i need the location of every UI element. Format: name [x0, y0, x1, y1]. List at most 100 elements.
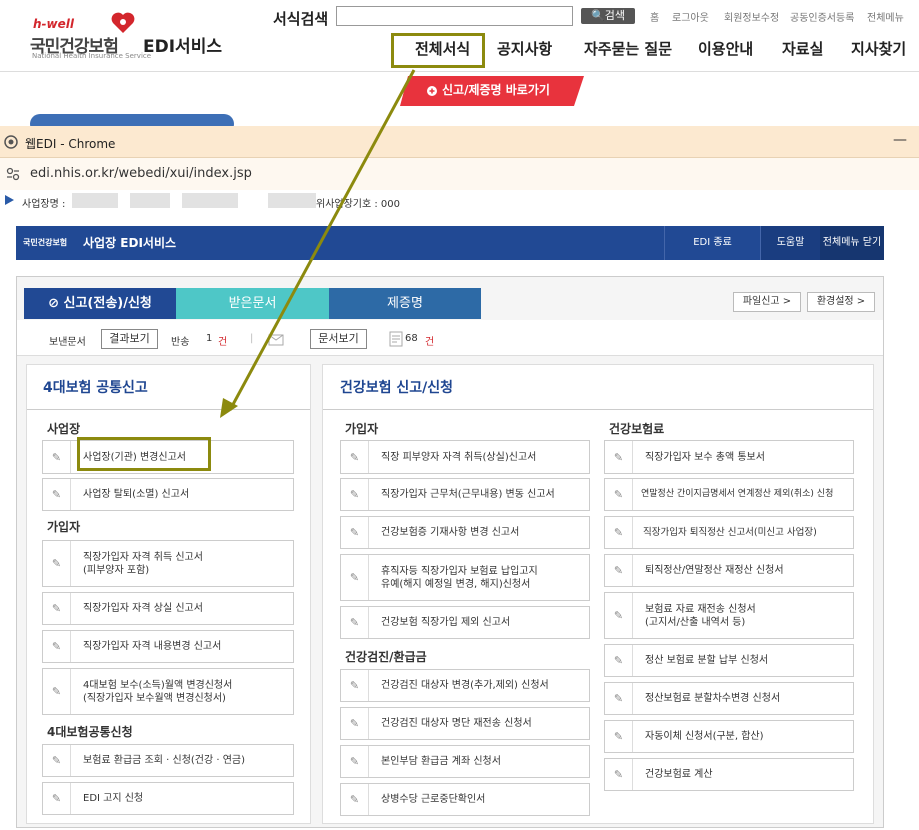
check-circle-icon: ⊘	[48, 296, 64, 311]
edi-title: 사업장 EDI서비스	[83, 236, 177, 250]
tab-label: 신고(전송)/신청	[63, 296, 152, 311]
item-label: 직장가입자 자격 내용변경 신고서	[83, 641, 222, 652]
item-label: 휴직자등 직장가입자 보험료 납입고지 유예(해지 예정일 변경, 해지)신청서	[381, 565, 538, 590]
search-button[interactable]: 🔍검색	[581, 8, 635, 24]
document-icon: ✎	[341, 784, 369, 815]
list-item[interactable]: ✎ 직장가입자 보수 총액 통보서	[604, 440, 854, 474]
list-item[interactable]: ✎ 4대보험 보수(소득)월액 변경신청서 (직장가입자 보수월액 변경신청서)	[42, 668, 294, 715]
list-item[interactable]: ✎ EDI 고지 신청	[42, 782, 294, 815]
document-icon: ✎	[605, 555, 633, 586]
brand-edi[interactable]: EDI서비스	[143, 32, 222, 57]
section-subscriber: 가입자	[47, 520, 81, 534]
list-item[interactable]: ✎ 직장가입자 자격 상실 신고서	[42, 592, 294, 625]
list-item[interactable]: ✎ 직장 피부양자 자격 취득(상실)신고서	[340, 440, 590, 474]
list-item[interactable]: ✎ 본인부담 환급금 계좌 신청서	[340, 745, 590, 778]
item-label: 자동이체 신청서(구분, 합산)	[645, 731, 764, 742]
list-item[interactable]: ✎ 직장가입자 자격 취득 신고서 (피부양자 포함)	[42, 540, 294, 587]
arrow-play-icon	[5, 195, 14, 205]
doc-unit: 건	[425, 337, 435, 348]
list-item[interactable]: ✎ 건강보험증 기재사항 변경 신고서	[340, 516, 590, 549]
left-panel-title: 4대보험 공통신고	[43, 380, 148, 396]
util-all-menu[interactable]: 전체메뉴	[867, 9, 904, 24]
document-icon: ✎	[605, 721, 633, 752]
document-icon: ✎	[605, 593, 633, 638]
item-label: 직장가입자 퇴직정산 신고서(미신고 사업장)	[643, 527, 817, 538]
item-label: 건강보험증 기재사항 변경 신고서	[381, 527, 520, 538]
tab-send-apply[interactable]: ⊘ 신고(전송)/신청	[24, 288, 176, 319]
item-label: 정산보험료 분할차수변경 신청서	[645, 693, 781, 704]
list-item[interactable]: ✎ 직장가입자 근무처(근무내용) 변동 신고서	[340, 478, 590, 511]
util-home[interactable]: 홈	[650, 9, 659, 24]
section-checkup-refund: 건강검진/환급금	[345, 650, 427, 664]
list-item[interactable]: ✎ 건강보험료 계산	[604, 758, 854, 791]
settings-button[interactable]: 환경설정 >	[807, 292, 875, 312]
list-item[interactable]: ✎ 휴직자등 직장가입자 보험료 납입고지 유예(해지 예정일 변경, 해지)신청…	[340, 554, 590, 601]
document-icon: ✎	[605, 759, 633, 790]
list-item[interactable]: ✎ 보험료 환급금 조회 · 신청(건강 · 연금)	[42, 744, 294, 777]
list-item[interactable]: ✎ 정산 보험료 분할 납부 신청서	[604, 644, 854, 677]
list-item[interactable]: ✎ 보험료 자료 재전송 신청서 (고지서/산출 내역서 등)	[604, 592, 854, 639]
util-logout[interactable]: 로그아웃	[672, 9, 709, 24]
chrome-icon	[4, 135, 18, 149]
nav-faq[interactable]: 자주묻는 질문	[584, 38, 672, 59]
business-name-label: 사업장명 :	[22, 199, 66, 210]
document-icon: ✎	[43, 479, 71, 510]
list-item[interactable]: ✎ 연말정산 간이지급명세서 연계정산 제외(취소) 신청	[604, 478, 854, 511]
search-input[interactable]	[336, 6, 573, 26]
shortcut-button[interactable]: 신고/제증명 바로가기	[400, 76, 584, 106]
document-icon: ✎	[43, 669, 71, 714]
document-icon: ✎	[341, 441, 369, 473]
list-item[interactable]: ✎ 직장가입자 자격 내용변경 신고서	[42, 630, 294, 663]
util-cert-register[interactable]: 공동인증서등록	[790, 9, 854, 24]
search-icon: 🔍	[591, 9, 605, 22]
tab-received[interactable]: 받은문서	[176, 288, 329, 319]
item-label: 건강검진 대상자 명단 재전송 신청서	[381, 718, 532, 729]
list-item[interactable]: ✎ 사업장 탈퇴(소멸) 신고서	[42, 478, 294, 511]
minimize-button[interactable]: —	[893, 132, 907, 148]
document-icon: ✎	[341, 479, 369, 510]
edi-end-button[interactable]: EDI 종료	[664, 226, 760, 260]
list-item[interactable]: ✎ 건강검진 대상자 명단 재전송 신청서	[340, 707, 590, 740]
list-item[interactable]: ✎ 퇴직정산/연말정산 재정산 신청서	[604, 554, 854, 587]
list-item[interactable]: ✎ 자동이체 신청서(구분, 합산)	[604, 720, 854, 753]
section-workplace: 사업장	[47, 422, 81, 436]
util-member-edit[interactable]: 회원정보수정	[724, 9, 779, 24]
list-item[interactable]: ✎ 직장가입자 퇴직정산 신고서(미신고 사업장)	[604, 516, 854, 549]
returned-count[interactable]: 1	[206, 333, 212, 344]
document-icon: ✎	[43, 745, 71, 776]
document-icon: ✎	[43, 541, 71, 586]
search-label: 서식검색	[273, 10, 329, 28]
list-item[interactable]: ✎ 정산보험료 분할차수변경 신청서	[604, 682, 854, 715]
item-label: 4대보험 보수(소득)월액 변경신청서 (직장가입자 보수월액 변경신청서)	[83, 679, 233, 704]
item-label: 사업장 탈퇴(소멸) 신고서	[83, 489, 190, 500]
help-button[interactable]: 도움말	[760, 226, 820, 260]
item-label: 건강보험료 계산	[645, 769, 713, 780]
file-report-button[interactable]: 파일신고 >	[733, 292, 801, 312]
doc-count[interactable]: 68	[405, 333, 418, 344]
nav-data-room[interactable]: 자료실	[782, 38, 823, 59]
item-label: 건강보험 직장가입 제외 신고서	[381, 617, 511, 628]
nav-notice[interactable]: 공지사항	[497, 38, 552, 59]
site-settings-icon[interactable]	[5, 166, 21, 182]
address-url[interactable]: edi.nhis.or.kr/webedi/xui/index.jsp	[30, 166, 252, 181]
document-icon: ✎	[341, 517, 369, 548]
search-button-label: 검색	[604, 9, 625, 22]
returned-label: 반송	[171, 337, 190, 348]
tab-certificates[interactable]: 제증명	[329, 288, 481, 319]
document-icon: ✎	[605, 479, 633, 510]
edi-logo: 국민건강보험	[23, 238, 68, 247]
nav-guide[interactable]: 이용안내	[698, 38, 753, 59]
item-label: 직장가입자 근무처(근무내용) 변동 신고서	[381, 489, 555, 500]
list-item[interactable]: ✎ 건강보험 직장가입 제외 신고서	[340, 606, 590, 639]
list-item[interactable]: ✎ 상병수당 근로중단확인서	[340, 783, 590, 816]
list-item[interactable]: ✎ 건강검진 대상자 변경(추가,제외) 신청서	[340, 669, 590, 702]
mail-check-icon[interactable]	[268, 331, 284, 347]
doc-view-button[interactable]: 문서보기	[310, 329, 367, 349]
brand-sub: National Health Insurance Service	[32, 52, 152, 60]
close-menu-button[interactable]: 전체메뉴 닫기	[820, 226, 884, 260]
nav-branch-finder[interactable]: 지사찾기	[851, 38, 906, 59]
document-icon: ✎	[605, 517, 633, 548]
plus-circle-icon	[427, 86, 437, 96]
result-view-button[interactable]: 결과보기	[101, 329, 158, 349]
item-label: 건강검진 대상자 변경(추가,제외) 신청서	[381, 680, 549, 691]
